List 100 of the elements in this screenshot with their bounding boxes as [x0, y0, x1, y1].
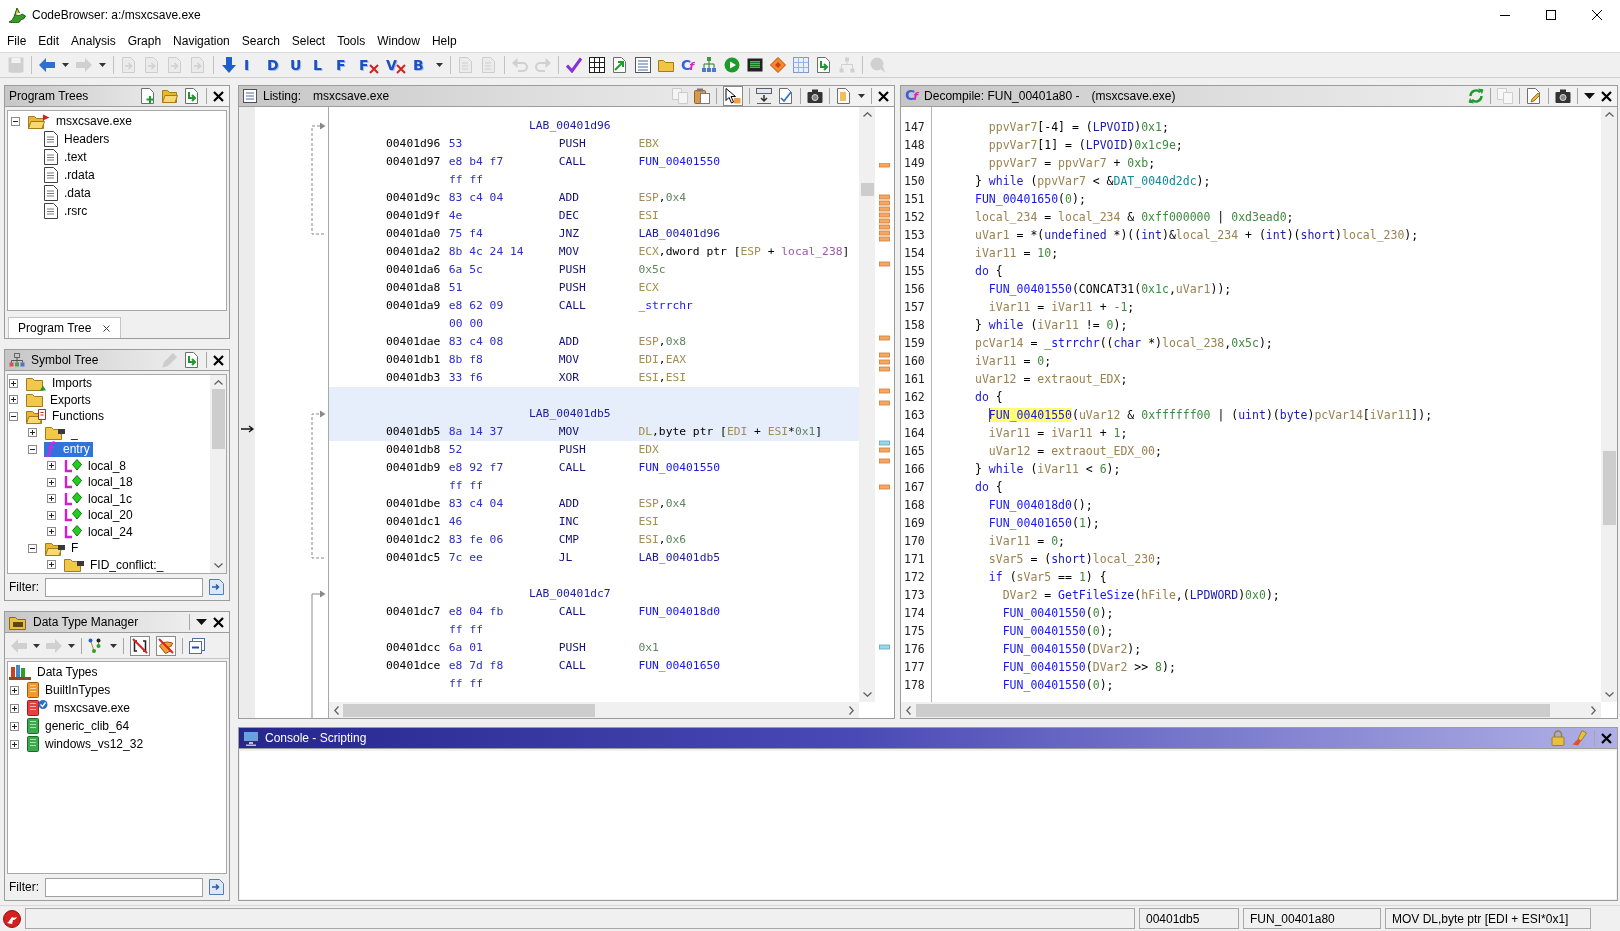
tree-item[interactable]: Headers: [43, 130, 113, 148]
close-icon[interactable]: [1592, 10, 1602, 20]
tree-item[interactable]: Data Types: [8, 663, 101, 681]
grid-box-icon[interactable]: [589, 57, 605, 73]
tab[interactable]: Program Tree: [8, 317, 122, 338]
menu-item[interactable]: Analysis: [65, 31, 122, 51]
vertical-scrollbar[interactable]: [859, 107, 875, 702]
expander-icon[interactable]: [47, 527, 56, 537]
scrollbar-thumb[interactable]: [1602, 451, 1616, 525]
tree-item[interactable]: F: [44, 540, 82, 556]
camera-icon[interactable]: [807, 88, 823, 104]
left-arrow-icon[interactable]: [39, 57, 55, 73]
tree-item[interactable]: BuiltInTypes: [26, 681, 114, 699]
tree-item[interactable]: msxcsave.exe: [26, 699, 134, 717]
expander-icon[interactable]: [10, 685, 19, 695]
page-arrow-icon[interactable]: [612, 57, 628, 73]
expander-icon[interactable]: [10, 703, 19, 713]
letter-button[interactable]: F: [336, 56, 352, 74]
camera-icon[interactable]: [1555, 88, 1571, 104]
horizontal-scrollbar[interactable]: [329, 702, 859, 718]
scrollbar-thumb[interactable]: [343, 703, 595, 717]
tree-graph-icon[interactable]: [701, 57, 718, 73]
caret-icon[interactable]: [62, 63, 69, 67]
tree-item[interactable]: .data: [43, 184, 94, 202]
scrollbar-thumb[interactable]: [211, 389, 225, 449]
clipboard-icon[interactable]: [694, 88, 710, 104]
page-plus-icon[interactable]: [140, 88, 156, 104]
tree-item[interactable]: local_18: [63, 474, 136, 490]
expander-icon[interactable]: [47, 510, 56, 520]
expander-icon[interactable]: [28, 444, 37, 454]
list-icon[interactable]: [635, 57, 651, 73]
expander-icon[interactable]: [9, 378, 18, 388]
expander-icon[interactable]: [10, 721, 19, 731]
tree-item[interactable]: .rdata: [43, 166, 98, 184]
menu-item[interactable]: Window: [371, 31, 426, 51]
toggle-button[interactable]: [723, 86, 743, 106]
decompiler-button[interactable]: Cf: [681, 57, 695, 73]
caret-icon[interactable]: [196, 619, 207, 625]
page-arrow-icon[interactable]: [184, 88, 200, 104]
tree-item[interactable]: FID_conflict:_: [63, 557, 167, 573]
menu-item[interactable]: Search: [235, 31, 286, 51]
tree-item[interactable]: local_1c: [63, 491, 136, 507]
close-icon[interactable]: [1601, 732, 1612, 744]
page-arrow-icon[interactable]: [209, 579, 224, 595]
menu-item[interactable]: File: [1, 31, 33, 51]
page-check-icon[interactable]: [778, 88, 794, 104]
page-icon[interactable]: [836, 88, 852, 104]
letter-button[interactable]: U: [290, 56, 306, 74]
folder-icon[interactable]: [658, 57, 674, 73]
caret-icon[interactable]: [858, 94, 865, 98]
page-arrow-icon[interactable]: [184, 352, 200, 368]
tree-item[interactable]: local_8: [63, 458, 130, 474]
tree-item[interactable]: Functions: [25, 408, 108, 424]
tree-item[interactable]: .text: [43, 148, 90, 166]
page-arrow-icon[interactable]: [209, 879, 224, 895]
close-icon[interactable]: [213, 90, 224, 102]
toggle-button[interactable]: [130, 635, 150, 656]
caret-icon[interactable]: [436, 63, 443, 67]
menu-item[interactable]: Edit: [32, 31, 66, 51]
maximize-icon[interactable]: [1546, 10, 1556, 20]
expander-icon[interactable]: [47, 560, 56, 570]
tree-item[interactable]: Imports: [25, 375, 95, 391]
diamond-icon[interactable]: [770, 57, 787, 73]
tree-item[interactable]: msxcsave.exe: [27, 112, 136, 130]
page-pencil-icon[interactable]: [1526, 88, 1542, 104]
refresh-icon[interactable]: [1468, 88, 1484, 104]
letter-button[interactable]: F: [359, 56, 379, 74]
close-icon[interactable]: [213, 354, 224, 366]
table-arrow-icon[interactable]: [756, 88, 772, 104]
chip-icon[interactable]: [747, 57, 764, 73]
collapse-icon[interactable]: [189, 637, 205, 654]
tree-item[interactable]: _: [44, 425, 81, 441]
menu-item[interactable]: Navigation: [167, 31, 236, 51]
tree-item[interactable]: generic_clib_64: [26, 717, 133, 735]
expander-icon[interactable]: [47, 461, 56, 471]
menu-item[interactable]: Tools: [331, 31, 372, 51]
expander-icon[interactable]: [11, 116, 20, 126]
letter-button[interactable]: I: [244, 56, 260, 74]
letter-button[interactable]: L: [313, 56, 329, 74]
page-arrow-icon[interactable]: [816, 57, 833, 73]
close-icon[interactable]: [1601, 90, 1612, 102]
expander-icon[interactable]: [28, 543, 37, 553]
caret-icon[interactable]: [110, 643, 117, 648]
tree-item[interactable]: local_20: [63, 507, 136, 523]
expander-icon[interactable]: [9, 411, 18, 421]
filter-field[interactable]: [45, 877, 203, 897]
menu-item[interactable]: Select: [285, 31, 332, 51]
scrollbar-thumb[interactable]: [860, 183, 874, 196]
menu-item[interactable]: Help: [425, 31, 463, 51]
menu-item[interactable]: Graph: [121, 31, 168, 51]
close-icon[interactable]: [213, 616, 224, 628]
play-icon[interactable]: [724, 57, 741, 73]
vertical-scrollbar[interactable]: [1601, 107, 1617, 702]
down-arrow-icon[interactable]: [221, 57, 237, 73]
check-icon[interactable]: [566, 57, 582, 73]
expander-icon[interactable]: [10, 739, 19, 749]
caret-icon[interactable]: [1584, 93, 1595, 99]
tree-item[interactable]: .rsrc: [43, 202, 91, 220]
folder-icon[interactable]: [162, 88, 178, 104]
filter-field[interactable]: [45, 577, 203, 597]
